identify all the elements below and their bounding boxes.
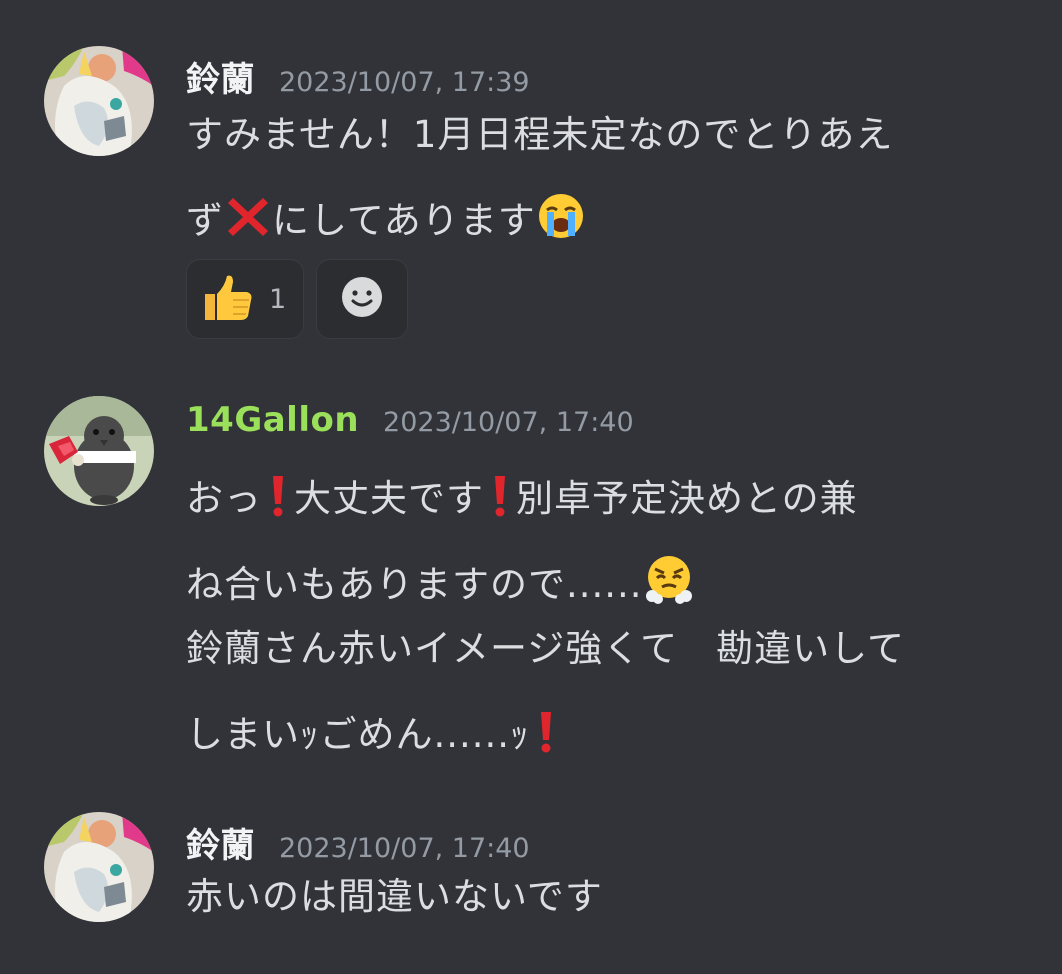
red-exclamation-icon [485,474,515,524]
red-exclamation-icon [531,710,561,760]
username[interactable]: 鈴蘭 [186,818,255,867]
cross-mark-icon [225,194,271,246]
message-text-line: ね合いもありますので...... [186,554,695,610]
face-with-steam-icon [644,554,694,610]
thumbs-up-icon [201,272,255,326]
reactions-bar: 1 [186,259,408,339]
loudly-crying-face-icon [537,192,585,246]
username[interactable]: 14Gallon [186,400,359,440]
username[interactable]: 鈴蘭 [186,52,255,101]
timestamp: 2023/10/07, 17:39 [279,67,530,98]
message-text-line: ずにしてあります [186,192,586,246]
timestamp: 2023/10/07, 17:40 [383,407,634,438]
red-exclamation-icon [263,474,293,524]
message-text-line: おっ 大丈夫です 別卓予定決めとの兼 [186,474,858,524]
message-text-line: しまいｯごめん......ｯ [186,710,562,760]
avatar-suzuran[interactable] [44,812,154,922]
message-text-line: 赤いのは間違いないです [186,875,603,918]
reaction-thumbs-up[interactable]: 1 [186,259,304,339]
add-reaction-icon [339,274,385,324]
avatar-suzuran[interactable] [44,46,154,156]
message-text-line: すみません！1月日程未定なのでとりあえ [186,113,894,156]
message-text-line: 鈴蘭さん赤いイメージ強くて 勘違いして [186,627,906,670]
reaction-count: 1 [269,283,287,315]
timestamp: 2023/10/07, 17:40 [279,833,530,864]
avatar-14gallon[interactable] [44,396,154,506]
add-reaction-button[interactable] [316,259,408,339]
